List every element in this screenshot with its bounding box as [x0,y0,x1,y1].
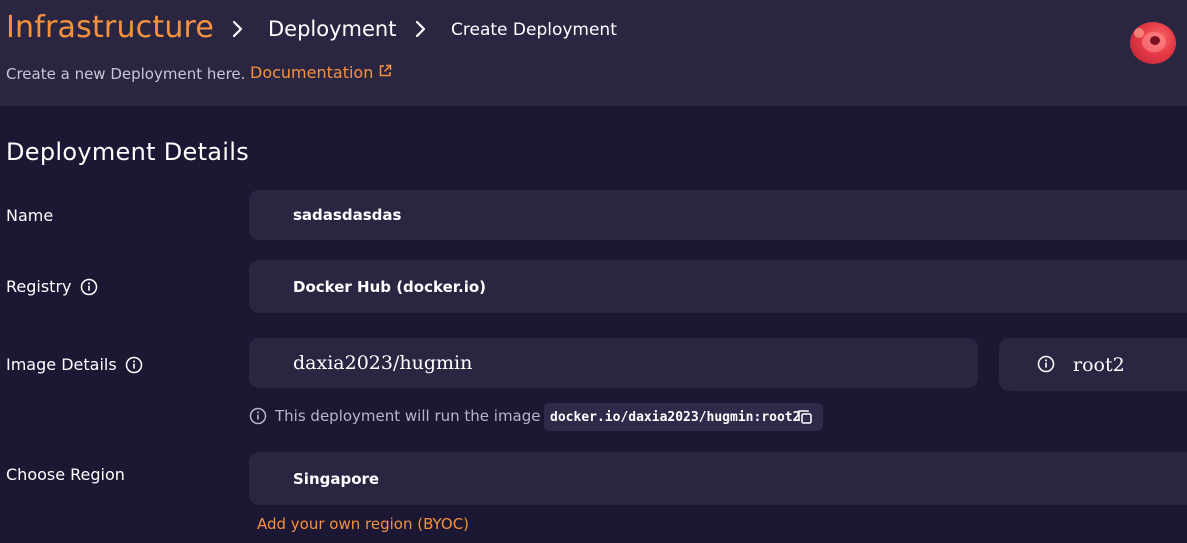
breadcrumb-deployment[interactable]: Deployment [268,17,396,41]
image-tag-value: root2 [1073,353,1125,376]
name-label: Name [6,206,53,225]
avatar[interactable] [1130,22,1176,64]
breadcrumb-create-deployment: Create Deployment [451,20,617,40]
full-image-chip: docker.io/daxia2023/hugmin:root2 [544,403,823,431]
info-icon[interactable] [125,356,143,374]
chevron-right-icon [231,19,245,39]
region-label-text: Choose Region [6,465,125,484]
chevron-right-icon [414,19,428,39]
byoc-link[interactable]: Add your own region (BYOC) [257,515,469,533]
name-label-text: Name [6,206,54,225]
copy-icon[interactable] [797,409,813,425]
info-icon [249,407,267,425]
breadcrumb-infrastructure[interactable]: Infrastructure [6,10,214,45]
documentation-link-label: Documentation [250,63,374,82]
documentation-link[interactable]: Documentation [250,63,392,82]
region-select[interactable]: Singapore [249,452,1187,505]
region-value: Singapore [293,469,380,488]
external-link-icon [378,63,392,82]
name-value: sadasdasdas [293,206,402,224]
info-icon [1037,355,1055,373]
registry-select[interactable]: Docker Hub (docker.io) [249,260,1187,313]
page-header: Infrastructure Deployment Create Deploym… [0,0,1187,106]
image-hint: This deployment will run the image [249,407,541,425]
name-input[interactable]: sadasdasdas [249,190,1187,240]
image-hint-text: This deployment will run the image [275,407,541,425]
registry-value: Docker Hub (docker.io) [293,277,487,296]
image-details-label-text: Image Details [6,355,117,374]
region-label: Choose Region [6,465,125,484]
registry-label: Registry [6,277,98,296]
image-tag-input[interactable]: root2 [999,338,1187,391]
section-title: Deployment Details [6,138,250,166]
image-repository-value: daxia2023/hugmin [293,352,473,374]
full-image-text: docker.io/daxia2023/hugmin:root2 [550,409,801,425]
image-details-label: Image Details [6,355,143,374]
image-repository-input[interactable]: daxia2023/hugmin [249,338,978,388]
registry-label-text: Registry [6,277,72,296]
page-subtitle: Create a new Deployment here. [6,65,246,83]
info-icon[interactable] [80,278,98,296]
